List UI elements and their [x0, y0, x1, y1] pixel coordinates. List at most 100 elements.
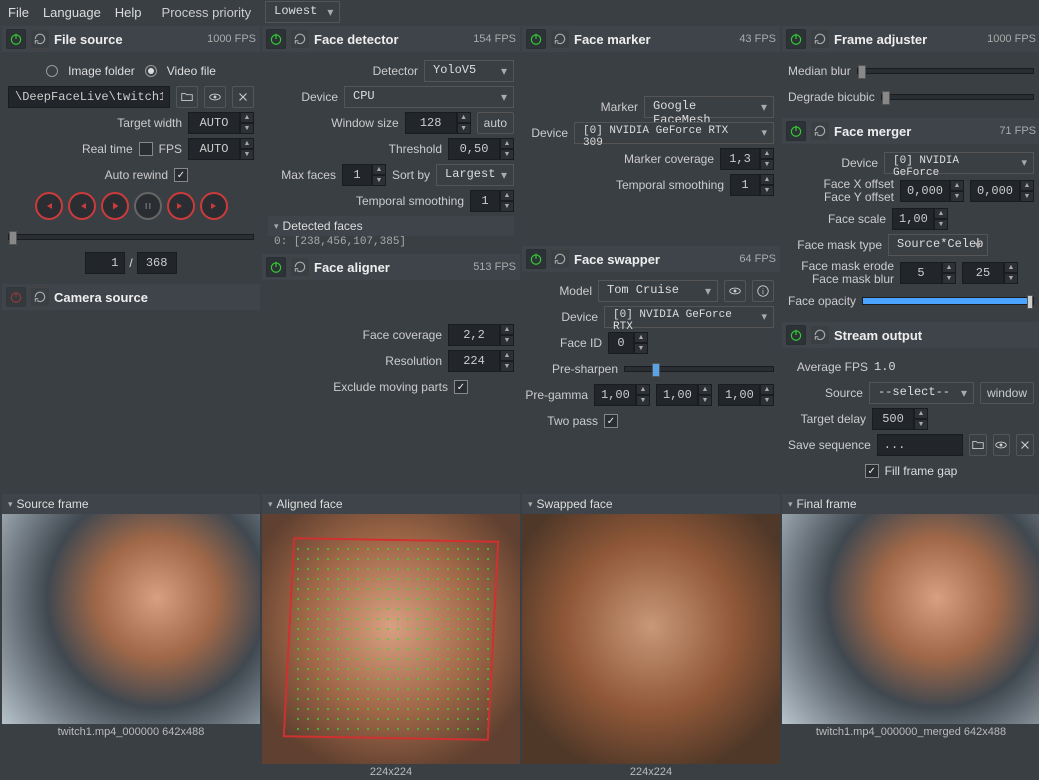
face-aligner-refresh-button[interactable] [290, 257, 310, 277]
presharpen-slider[interactable] [624, 366, 774, 372]
marker-coverage-input[interactable] [720, 148, 760, 170]
close-file-button[interactable] [232, 86, 254, 108]
swapper-device-select[interactable]: [0] NVIDIA GeForce RTX [604, 306, 774, 328]
mask-erode-input[interactable] [900, 262, 942, 284]
mask-blur-input[interactable] [962, 262, 1004, 284]
median-blur-label: Median blur [788, 64, 851, 78]
face-detector-power-button[interactable] [266, 29, 286, 49]
mask-type-select[interactable]: Source*Celeb [888, 234, 988, 256]
degrade-bicubic-slider[interactable] [881, 94, 1034, 100]
menu-language[interactable]: Language [43, 5, 101, 20]
sort-by-label: Sort by [392, 168, 430, 182]
target-width-input[interactable] [188, 112, 240, 134]
stream-window-button[interactable]: window [980, 382, 1034, 404]
face-swapper-refresh-button[interactable] [550, 249, 570, 269]
open-folder-button[interactable] [176, 86, 198, 108]
stream-output-power-button[interactable] [786, 325, 806, 345]
file-source-power-button[interactable] [6, 29, 26, 49]
process-priority-select[interactable]: Lowest [265, 1, 340, 23]
pregamma-r-input[interactable] [594, 384, 636, 406]
detector-temporal-input[interactable] [470, 190, 500, 212]
timeline-slider[interactable] [8, 234, 254, 240]
pause-button[interactable] [134, 192, 162, 220]
frame-current-input[interactable] [85, 252, 125, 274]
swapped-face-preview [522, 514, 780, 764]
save-close-button[interactable] [1016, 434, 1034, 456]
frame-adjuster-power-button[interactable] [786, 29, 806, 49]
real-time-checkbox[interactable] [139, 142, 153, 156]
target-width-up[interactable]: ▲ [240, 112, 254, 123]
stream-output-refresh-button[interactable] [810, 325, 830, 345]
source-frame-header[interactable]: Source frame [2, 494, 260, 514]
fps-down[interactable]: ▼ [240, 149, 254, 160]
face-coverage-input[interactable] [448, 324, 500, 346]
threshold-input[interactable] [448, 138, 500, 160]
marker-device-select[interactable]: [0] NVIDIA GeForce RTX 309 [574, 122, 774, 144]
image-folder-radio[interactable] [46, 65, 58, 77]
camera-source-power-button[interactable] [6, 287, 26, 307]
file-path-input[interactable] [8, 86, 170, 108]
face-marker-refresh-button[interactable] [550, 29, 570, 49]
target-width-down[interactable]: ▼ [240, 123, 254, 134]
video-file-label: Video file [167, 64, 216, 78]
merger-device-select[interactable]: [0] NVIDIA GeForce [884, 152, 1034, 174]
detector-temporal-label: Temporal smoothing [356, 194, 464, 208]
svg-text:i: i [762, 287, 764, 296]
file-source-panel: File source 1000 FPS Image folder Video … [2, 26, 260, 284]
two-pass-checkbox[interactable]: ✓ [604, 414, 618, 428]
menu-file[interactable]: File [8, 5, 29, 20]
model-eye-button[interactable] [724, 280, 746, 302]
final-frame-header[interactable]: Final frame [782, 494, 1039, 514]
face-aligner-power-button[interactable] [266, 257, 286, 277]
pregamma-b-input[interactable] [718, 384, 760, 406]
video-file-radio[interactable] [145, 65, 157, 77]
target-delay-input[interactable] [872, 408, 914, 430]
pregamma-g-input[interactable] [656, 384, 698, 406]
window-size-auto-button[interactable]: auto [477, 112, 514, 134]
swapped-face-header[interactable]: Swapped face [522, 494, 780, 514]
auto-rewind-checkbox[interactable]: ✓ [174, 168, 188, 182]
face-merger-power-button[interactable] [786, 121, 806, 141]
save-folder-button[interactable] [969, 434, 987, 456]
face-scale-input[interactable] [892, 208, 934, 230]
model-select[interactable]: Tom Cruise [598, 280, 718, 302]
save-sequence-input[interactable] [877, 434, 963, 456]
step-forward-button[interactable] [167, 192, 195, 220]
face-marker-power-button[interactable] [526, 29, 546, 49]
preview-eye-button[interactable] [204, 86, 226, 108]
aligned-face-header[interactable]: Aligned face [262, 494, 520, 514]
y-offset-input[interactable] [970, 180, 1020, 202]
exclude-moving-checkbox[interactable]: ✓ [454, 380, 468, 394]
fps-up[interactable]: ▲ [240, 138, 254, 149]
sort-by-select[interactable]: Largest [436, 164, 514, 186]
detector-select[interactable]: YoloV5 [424, 60, 514, 82]
frame-adjuster-refresh-button[interactable] [810, 29, 830, 49]
detected-faces-header[interactable]: Detected faces [268, 216, 514, 236]
marker-temporal-input[interactable] [730, 174, 760, 196]
face-opacity-slider[interactable] [862, 297, 1034, 305]
save-eye-button[interactable] [993, 434, 1011, 456]
detector-device-select[interactable]: CPU [344, 86, 514, 108]
fps-input[interactable] [188, 138, 240, 160]
step-back-button[interactable] [68, 192, 96, 220]
marker-select[interactable]: Google FaceMesh [644, 96, 774, 118]
max-faces-input[interactable] [342, 164, 372, 186]
faceid-input[interactable] [608, 332, 634, 354]
menu-help[interactable]: Help [115, 5, 142, 20]
play-button[interactable] [101, 192, 129, 220]
window-size-input[interactable] [405, 112, 457, 134]
face-merger-refresh-button[interactable] [810, 121, 830, 141]
fill-frame-gap-checkbox[interactable]: ✓ [865, 464, 879, 478]
median-blur-slider[interactable] [857, 68, 1034, 74]
resolution-input[interactable] [448, 350, 500, 372]
swapped-face-caption: 224x224 [522, 764, 780, 780]
stream-source-select[interactable]: --select-- [869, 382, 974, 404]
file-source-refresh-button[interactable] [30, 29, 50, 49]
face-detector-refresh-button[interactable] [290, 29, 310, 49]
skip-back-button[interactable] [35, 192, 63, 220]
x-offset-input[interactable] [900, 180, 950, 202]
camera-source-refresh-button[interactable] [30, 287, 50, 307]
skip-forward-button[interactable] [200, 192, 228, 220]
face-swapper-power-button[interactable] [526, 249, 546, 269]
model-info-button[interactable]: i [752, 280, 774, 302]
